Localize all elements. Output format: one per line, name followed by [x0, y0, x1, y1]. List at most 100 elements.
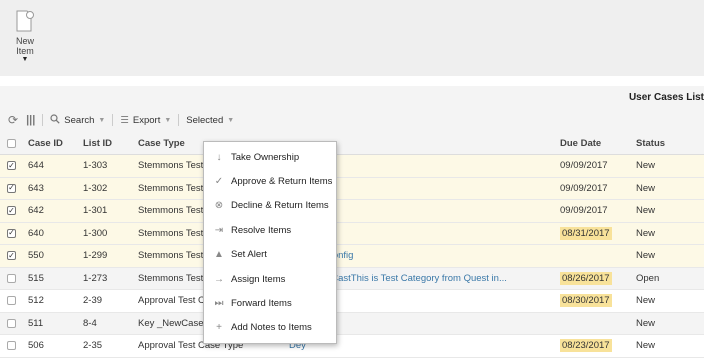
- list-title: User Cases List: [628, 92, 704, 103]
- menu-item-label: Approve & Return Items: [231, 176, 333, 188]
- case-id-cell: 506: [28, 340, 44, 352]
- menu-item-decline-return-items[interactable]: ⊗ Decline & Return Items: [204, 194, 336, 218]
- table-row[interactable]: 5122-39Approval Test Case Typeg08/30/201…: [0, 290, 704, 313]
- due-date-text: 08/26/2017: [560, 271, 612, 285]
- status-cell: New: [636, 250, 656, 262]
- due-date-cell: 08/30/2017: [560, 290, 632, 312]
- list-id-cell: 2-35: [83, 340, 103, 352]
- new-item-button[interactable]: New Item ▼: [8, 10, 42, 64]
- menu-item-label: Decline & Return Items: [231, 200, 329, 212]
- x-circle-icon: ⊗: [214, 200, 224, 212]
- document-plus-icon: [16, 10, 34, 32]
- table-row[interactable]: ✓6421-301Stemmons Test Case TypeAL09/09/…: [0, 200, 704, 223]
- status-cell: Open: [636, 272, 660, 284]
- header-status[interactable]: Status: [636, 132, 696, 154]
- row-checkbox[interactable]: ✓: [7, 206, 16, 216]
- menu-item-resolve-items[interactable]: ⇥ Resolve Items: [204, 218, 336, 242]
- chevron-down-icon: ▼: [164, 116, 172, 124]
- list-id-cell: 1-273: [83, 272, 108, 284]
- export-button[interactable]: ☰ Export ▼: [120, 115, 171, 126]
- table-row[interactable]: ✓5501-299Stemmons Test Case Typeing pop3…: [0, 245, 704, 268]
- new-item-label-1: New: [15, 36, 34, 46]
- due-date-cell: 09/09/2017: [560, 178, 632, 200]
- forward-icon: ⏭: [214, 298, 224, 310]
- menu-item-label: Add Notes to Items: [231, 322, 312, 334]
- case-id-cell: 642: [28, 205, 44, 217]
- menu-item-label: Set Alert: [231, 249, 267, 261]
- status-cell: New: [636, 160, 656, 172]
- selected-label: Selected: [186, 114, 224, 126]
- menu-item-assign-items[interactable]: → Assign Items: [204, 267, 336, 291]
- due-date-cell: 08/31/2017: [560, 223, 632, 245]
- due-date-text: 09/09/2017: [560, 182, 608, 194]
- menu-item-forward-items[interactable]: ⏭ Forward Items: [204, 291, 336, 315]
- header-list-id[interactable]: List ID: [83, 132, 143, 154]
- select-all-checkbox[interactable]: [7, 138, 16, 148]
- search-label: Search: [64, 114, 95, 126]
- arrow-right-icon: →: [214, 273, 224, 285]
- table-row[interactable]: ✓ 640 1-300 Stemmons Test Case Type 08/31/20…: [0, 222, 704, 245]
- table-row[interactable]: 515 1-273 Stemmons Test Case Type otes from…: [0, 267, 704, 290]
- header-case-id[interactable]: Case ID: [28, 132, 78, 154]
- case-id-cell: 515: [28, 272, 44, 284]
- menu-item-approve-return-items[interactable]: ✓ Approve & Return Items: [204, 169, 336, 193]
- export-label: Export: [132, 114, 161, 126]
- bell-icon: ▲: [214, 249, 224, 261]
- table-row[interactable]: ✓6431-302Stemmons Test Case TypeAL09/09/…: [0, 177, 704, 200]
- header-due-date[interactable]: Due Date: [560, 132, 632, 154]
- due-date-cell: [560, 313, 632, 335]
- row-checkbox[interactable]: [7, 318, 16, 328]
- menu-item-label: Take Ownership: [231, 151, 300, 163]
- table-row[interactable]: ✓6441-303Stemmons Test Case TypeAL09/09/…: [0, 155, 704, 178]
- case-id-cell: 550: [28, 250, 44, 262]
- case-id-cell: 512: [28, 295, 44, 307]
- ribbon: New Item ▼: [0, 0, 704, 76]
- plus-icon: +: [216, 322, 222, 334]
- columns-icon[interactable]: |||: [26, 114, 35, 126]
- status-cell: New: [636, 317, 656, 329]
- list-id-cell: 1-302: [83, 182, 108, 194]
- refresh-icon[interactable]: ⟳: [8, 113, 18, 127]
- case-id-cell: 644: [28, 160, 44, 172]
- chevron-down-icon: ▼: [98, 116, 106, 124]
- status-cell: New: [636, 182, 656, 194]
- status-cell: New: [636, 227, 656, 239]
- list-id-cell: 1-299: [83, 250, 108, 262]
- table-row[interactable]: 511 8-4 Key _NewCase Type New: [0, 312, 704, 335]
- row-checkbox[interactable]: ✓: [7, 183, 16, 193]
- menu-item-add-notes-to-items[interactable]: + Add Notes to Items: [204, 316, 336, 340]
- status-cell: New: [636, 340, 656, 352]
- list-area: User Cases List ⟳ ||| Search ▼ ☰ Export …: [0, 86, 704, 358]
- due-date-cell: [560, 245, 632, 267]
- case-id-cell: 640: [28, 227, 44, 239]
- due-date-text: 09/09/2017: [560, 160, 608, 172]
- row-checkbox[interactable]: [7, 273, 16, 283]
- menu-item-take-ownership[interactable]: ↓ Take Ownership: [204, 145, 336, 169]
- list-toolbar: ⟳ ||| Search ▼ ☰ Export ▼ Selected ▼: [8, 111, 234, 129]
- selected-dropdown-menu: ↓ Take Ownership ✓ Approve & Return Items ⊗ D…: [203, 141, 337, 345]
- selected-button[interactable]: Selected ▼: [186, 115, 234, 126]
- row-checkbox[interactable]: [7, 296, 16, 306]
- row-checkbox[interactable]: [7, 341, 16, 351]
- row-checkbox[interactable]: ✓: [7, 251, 16, 261]
- status-cell: New: [636, 295, 656, 307]
- due-date-cell: 08/23/2017: [560, 335, 632, 357]
- due-date-text: 08/23/2017: [560, 339, 612, 353]
- table-row[interactable]: 506 2-35 Approval Test Case Type Dey 08/23/2…: [0, 335, 704, 358]
- new-item-label-2: Item: [16, 46, 34, 56]
- list-id-cell: 1-303: [83, 160, 108, 172]
- case-id-cell: 643: [28, 182, 44, 194]
- search-button[interactable]: Search ▼: [50, 113, 106, 127]
- case-id-cell: 511: [28, 317, 44, 329]
- row-checkbox[interactable]: ✓: [7, 161, 16, 171]
- row-checkbox[interactable]: ✓: [7, 228, 16, 238]
- cases-grid: Case ID List ID Case Type Due Date Statu…: [0, 132, 704, 358]
- arrow-down-icon: ↓: [216, 151, 222, 163]
- menu-item-set-alert[interactable]: ▲ Set Alert: [204, 243, 336, 267]
- chevron-down-icon: ▼: [227, 116, 235, 124]
- sign-out-icon: ⇥: [214, 224, 224, 236]
- export-icon: ☰: [120, 114, 129, 126]
- check-circle-icon: ✓: [214, 176, 224, 188]
- due-date-cell: 09/09/2017: [560, 200, 632, 222]
- list-id-cell: 1-300: [83, 227, 108, 239]
